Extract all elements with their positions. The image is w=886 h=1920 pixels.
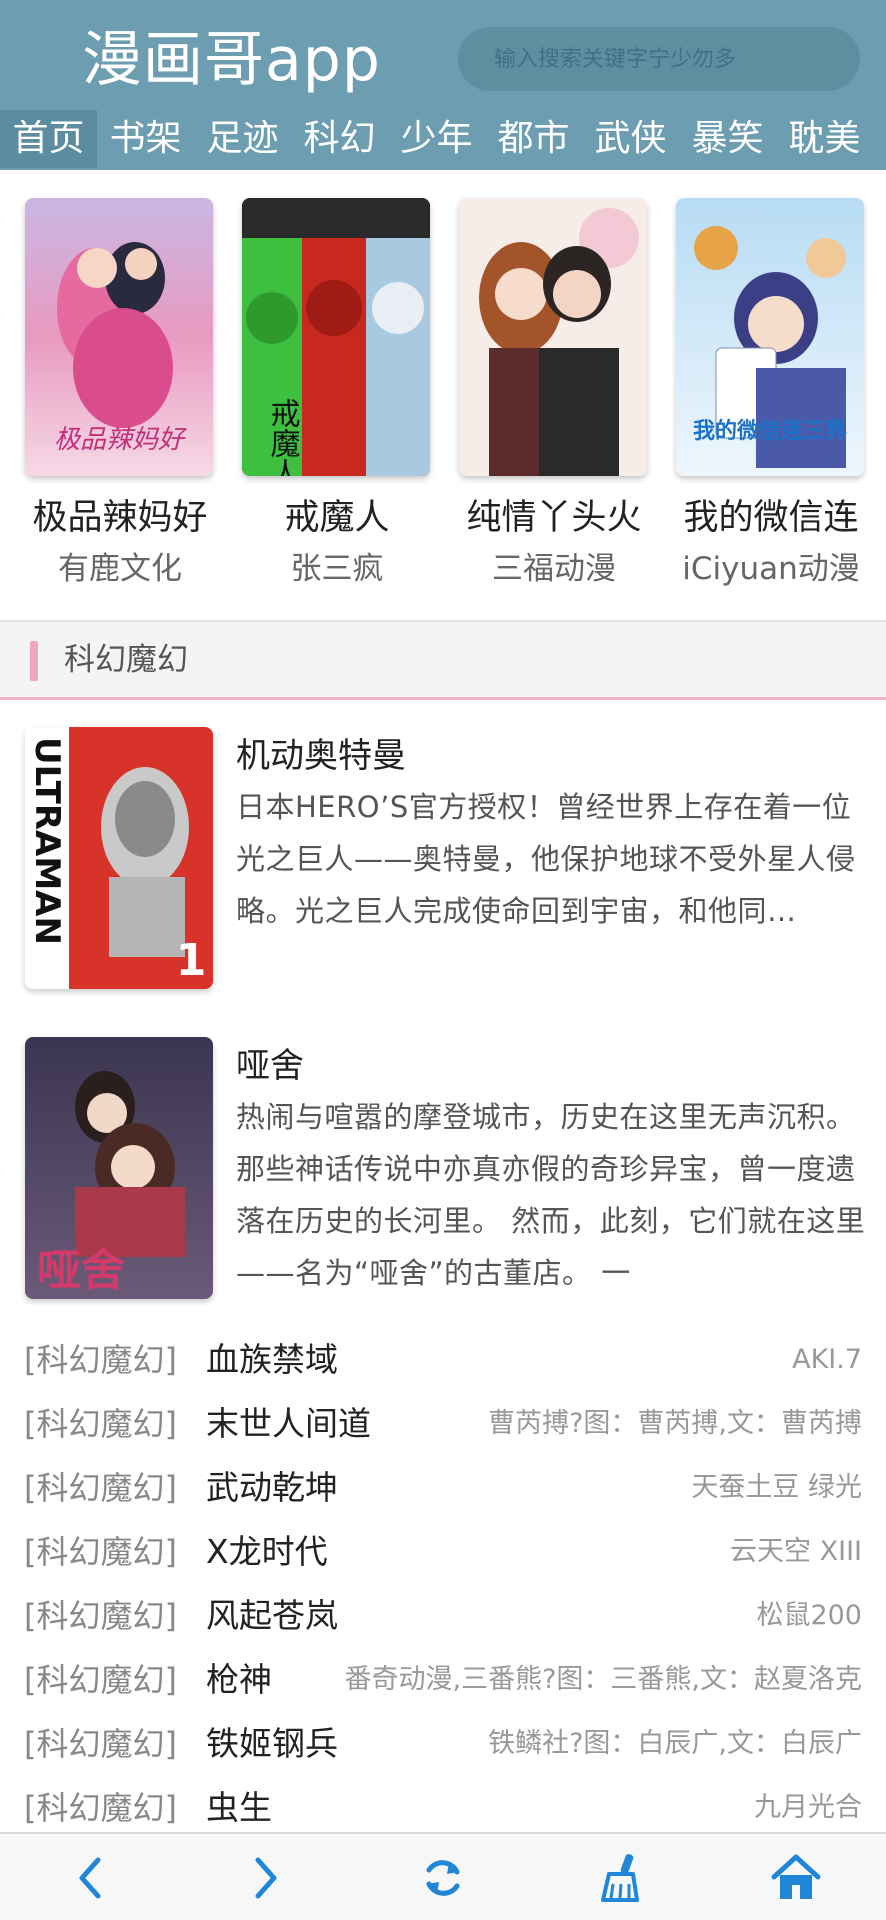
svg-text:哑舍: 哑舍 bbox=[37, 1245, 125, 1296]
list-item-category: [科幻魔幻] bbox=[24, 1725, 177, 1763]
featured-card[interactable]: 极品辣妈好 极品辣妈好 有鹿文化 bbox=[0, 174, 217, 614]
list-item-title[interactable]: 铁姬钢兵 bbox=[206, 1712, 338, 1776]
svg-text:极品辣妈好: 极品辣妈好 bbox=[54, 425, 187, 455]
tab-urban[interactable]: 都市 bbox=[485, 110, 582, 168]
list-item-author: 天蚕土豆 绿光 bbox=[691, 1472, 862, 1503]
list-item-author: 番奇动漫,三番熊?图：三番熊,文：赵夏洛克 bbox=[344, 1664, 863, 1695]
refresh-icon bbox=[426, 1860, 460, 1896]
clear-cache-button[interactable] bbox=[561, 1834, 681, 1920]
app-root: 漫画哥app 首页 书架 足迹 科幻 少年 都市 武侠 暴笑 耽美 bbox=[0, 0, 886, 1920]
comic-cover[interactable]: 戒魔人 bbox=[242, 198, 430, 476]
list-item-title[interactable]: 武动乾坤 bbox=[206, 1456, 338, 1520]
home-icon bbox=[771, 1854, 821, 1899]
featured-card[interactable]: 我的微信连三界 我的微信连 iCiyuan动漫 bbox=[651, 174, 868, 614]
list-item-category: [科幻魔幻] bbox=[24, 1661, 177, 1699]
home-button[interactable] bbox=[736, 1834, 856, 1920]
tab-history[interactable]: 足迹 bbox=[194, 110, 291, 168]
featured-title[interactable]: 极品辣妈好 bbox=[0, 490, 240, 546]
list-item-title[interactable]: 血族禁域 bbox=[206, 1328, 338, 1392]
list-item-title[interactable]: 末世人间道 bbox=[206, 1392, 371, 1456]
list-item[interactable]: [科幻魔幻] 武动乾坤 天蚕土豆 绿光 bbox=[0, 1456, 886, 1520]
featured-title[interactable]: 纯情丫头火 bbox=[434, 490, 674, 546]
featured-author: 张三疯 bbox=[290, 551, 384, 587]
svg-text:我的微信连三界: 我的微信连三界 bbox=[693, 418, 847, 444]
featured-row: 极品辣妈好 极品辣妈好 有鹿文化 戒魔人 戒魔人 张三疯 纯情丫头火 三福动漫 … bbox=[0, 174, 886, 620]
comic-cover[interactable]: 哑舍 bbox=[25, 1037, 213, 1299]
list-item-title[interactable]: 枪神 bbox=[206, 1648, 272, 1712]
tab-home[interactable]: 首页 bbox=[0, 110, 97, 168]
list-item-category: [科幻魔幻] bbox=[24, 1341, 177, 1379]
comic-cover[interactable]: ULTRAMAN 1 bbox=[25, 727, 213, 989]
tab-bl[interactable]: 耽美 bbox=[776, 110, 873, 168]
list-item[interactable]: [科幻魔幻] 铁姬钢兵 铁鳞社?图：白辰广,文：白辰广 bbox=[0, 1712, 886, 1776]
top-header: 漫画哥app 首页 书架 足迹 科幻 少年 都市 武侠 暴笑 耽美 bbox=[0, 0, 886, 170]
list-item-author: 铁鳞社?图：白辰广,文：白辰广 bbox=[488, 1728, 862, 1759]
list-item[interactable]: [科幻魔幻] 风起苍岚 松鼠200 bbox=[0, 1584, 886, 1648]
book-description: 日本HERO’S官方授权！曾经世界上存在着一位光之巨人——奥特曼，他保护地球不受… bbox=[236, 790, 856, 928]
featured-title[interactable]: 我的微信连 bbox=[651, 490, 886, 546]
featured-title[interactable]: 戒魔人 bbox=[217, 490, 457, 546]
book-title[interactable]: 机动奥特曼 bbox=[236, 731, 406, 781]
app-title: 漫画哥app bbox=[82, 25, 381, 95]
forward-button[interactable] bbox=[206, 1834, 326, 1920]
list-item-category: [科幻魔幻] bbox=[24, 1469, 177, 1507]
tab-shonen[interactable]: 少年 bbox=[388, 110, 485, 168]
section-marker bbox=[30, 641, 38, 681]
back-arrow-icon bbox=[79, 1857, 101, 1899]
list-item-title[interactable]: 风起苍岚 bbox=[206, 1584, 338, 1648]
book-description: 热闹与喧嚣的摩登城市，历史在这里无声沉积。 那些神话传说中亦真亦假的奇珍异宝，曾… bbox=[236, 1100, 866, 1290]
svg-text:ULTRAMAN: ULTRAMAN bbox=[27, 737, 67, 945]
broom-icon bbox=[601, 1854, 639, 1902]
list-item-author: 九月光合 bbox=[754, 1792, 862, 1823]
featured-author: 有鹿文化 bbox=[58, 551, 182, 587]
category-nav: 首页 书架 足迹 科幻 少年 都市 武侠 暴笑 耽美 bbox=[0, 110, 886, 168]
tab-comedy[interactable]: 暴笑 bbox=[679, 110, 776, 168]
section-header: 科幻魔幻 bbox=[0, 620, 886, 700]
featured-card[interactable]: 纯情丫头火 三福动漫 bbox=[434, 174, 651, 614]
list-item-author: 松鼠200 bbox=[756, 1600, 862, 1631]
tab-bookshelf[interactable]: 书架 bbox=[97, 110, 194, 168]
section-title: 科幻魔幻 bbox=[64, 642, 188, 678]
refresh-button[interactable] bbox=[383, 1834, 503, 1920]
list-item[interactable]: [科幻魔幻] X龙时代 云天空 XIII bbox=[0, 1520, 886, 1584]
forward-arrow-icon bbox=[255, 1857, 277, 1899]
search-input[interactable] bbox=[458, 27, 860, 91]
list-item-title[interactable]: 虫生 bbox=[206, 1776, 272, 1840]
featured-author: iCiyuan动漫 bbox=[682, 551, 860, 587]
featured-author: 三福动漫 bbox=[492, 551, 616, 587]
list-item[interactable]: [科幻魔幻] 末世人间道 曹芮搏?图：曹芮搏,文：曹芮搏 bbox=[0, 1392, 886, 1456]
list-item-category: [科幻魔幻] bbox=[24, 1405, 177, 1443]
back-button[interactable] bbox=[30, 1834, 150, 1920]
svg-text:1: 1 bbox=[176, 935, 207, 986]
list-item-title[interactable]: X龙时代 bbox=[206, 1520, 328, 1584]
list-item-category: [科幻魔幻] bbox=[24, 1597, 177, 1635]
list-item-category: [科幻魔幻] bbox=[24, 1789, 177, 1827]
featured-card[interactable]: 戒魔人 戒魔人 张三疯 bbox=[217, 174, 434, 614]
tab-martial-arts[interactable]: 武侠 bbox=[582, 110, 679, 168]
comic-cover[interactable]: 极品辣妈好 bbox=[25, 198, 213, 476]
list-item[interactable]: [科幻魔幻] 血族禁域 AKI.7 bbox=[0, 1328, 886, 1392]
list-item[interactable]: [科幻魔幻] 枪神 番奇动漫,三番熊?图：三番熊,文：赵夏洛克 bbox=[0, 1648, 886, 1712]
svg-text:戒魔人: 戒魔人 bbox=[265, 398, 301, 476]
book-title[interactable]: 哑舍 bbox=[236, 1041, 304, 1091]
list-item-author: 云天空 XIII bbox=[730, 1536, 862, 1567]
list-item-category: [科幻魔幻] bbox=[24, 1533, 177, 1571]
bottom-toolbar bbox=[0, 1832, 886, 1920]
comic-cover[interactable]: 我的微信连三界 bbox=[676, 198, 864, 476]
book-item[interactable]: 哑舍 哑舍 热闹与喧嚣的摩登城市，历史在这里无声沉积。 那些神话传说中亦真亦假的… bbox=[0, 1037, 886, 1307]
book-item[interactable]: ULTRAMAN 1 机动奥特曼 日本HERO’S官方授权！曾经世界上存在着一位… bbox=[0, 727, 886, 997]
comic-cover[interactable] bbox=[459, 198, 647, 476]
list-item-author: AKI.7 bbox=[792, 1344, 862, 1375]
list-item-author: 曹芮搏?图：曹芮搏,文：曹芮搏 bbox=[488, 1408, 862, 1439]
tab-scifi[interactable]: 科幻 bbox=[291, 110, 388, 168]
list-item[interactable]: [科幻魔幻] 虫生 九月光合 bbox=[0, 1776, 886, 1840]
